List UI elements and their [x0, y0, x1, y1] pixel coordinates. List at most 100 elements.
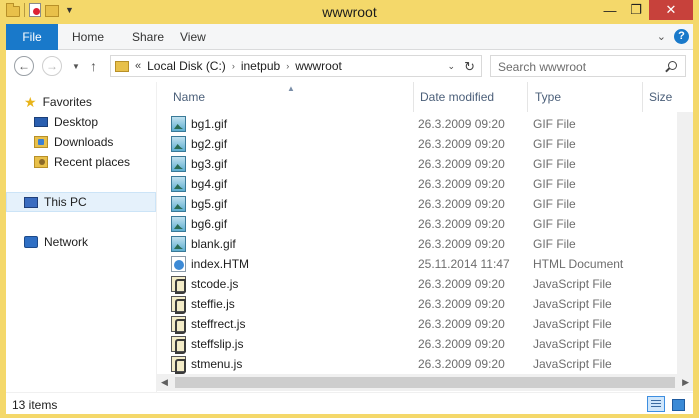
file-type: GIF File	[533, 117, 576, 131]
nav-item-recent-places[interactable]: Recent places	[34, 152, 130, 172]
file-name: bg2.gif	[191, 137, 228, 151]
file-row[interactable]: bg3.gif 26.3.2009 09:20 GIF File	[171, 154, 693, 174]
tab-view[interactable]: View	[166, 24, 220, 50]
file-row[interactable]: blank.gif 26.3.2009 09:20 GIF File	[171, 234, 693, 254]
breadcrumb-overflow[interactable]: «	[135, 60, 141, 72]
maximize-button[interactable]: ❐	[623, 0, 649, 20]
file-name: bg6.gif	[191, 217, 228, 231]
file-row[interactable]: stmenu.js26.3.2009 09:20JavaScript File2…	[171, 354, 693, 374]
large-icons-view-icon[interactable]	[669, 396, 687, 412]
search-icon[interactable]	[668, 61, 677, 70]
breadcrumb-wwwroot[interactable]: wwwroot	[295, 59, 342, 73]
file-row[interactable]: index.HTM 25.11.2014 11:47 HTML Document	[171, 254, 693, 274]
breadcrumb-separator-icon[interactable]: ›	[286, 61, 289, 71]
star-icon: ★	[24, 93, 37, 110]
breadcrumb-inetpub[interactable]: inetpub	[241, 59, 280, 73]
column-header-type[interactable]: Type	[535, 82, 561, 112]
nav-item-desktop[interactable]: Desktop	[34, 112, 98, 132]
file-row[interactable]: steffrect.js 26.3.2009 09:20 JavaScript Fi…	[171, 314, 693, 334]
file-type: GIF File	[533, 137, 576, 151]
horizontal-scrollbar[interactable]: ◀ ▶	[157, 374, 693, 391]
expand-ribbon-chevron-icon[interactable]: ⌄	[657, 30, 666, 43]
window-controls: — ❐ ✕	[597, 0, 693, 20]
gif-file-icon	[171, 136, 186, 152]
gif-file-icon	[171, 176, 186, 192]
file-row[interactable]: steffie.js 26.3.2009 09:20 JavaScript File	[171, 294, 693, 314]
file-row[interactable]: steffslip.js 26.3.2009 09:20 JavaScript Fi…	[171, 334, 693, 354]
navigation-bar: ← → ▼ ↑ « Local Disk (C:) › inetpub › ww…	[6, 50, 693, 82]
recent-locations-dropdown-icon[interactable]: ▼	[72, 62, 80, 71]
minimize-button[interactable]: —	[597, 0, 623, 20]
column-header-name[interactable]: Name	[173, 82, 205, 112]
status-bar: 13 items	[6, 392, 693, 414]
scroll-right-icon[interactable]: ▶	[682, 377, 689, 388]
explorer-window: ▼ wwwroot — ❐ ✕ File Home Share View ⌄ ?…	[0, 0, 699, 418]
gif-file-icon	[171, 156, 186, 172]
sort-ascending-icon: ▲	[287, 84, 295, 93]
details-view-icon[interactable]	[647, 396, 665, 412]
file-type: GIF File	[533, 157, 576, 171]
breadcrumb-local-disk[interactable]: Local Disk (C:)	[147, 59, 226, 73]
up-button[interactable]: ↑	[90, 58, 97, 74]
file-date-modified: 26.3.2009 09:20	[418, 117, 505, 131]
search-box[interactable]: Search wwwroot	[490, 55, 686, 77]
column-separator[interactable]	[413, 82, 414, 112]
file-date-modified: 26.3.2009 09:20	[418, 197, 505, 211]
forward-button[interactable]: →	[42, 56, 62, 76]
file-name: bg4.gif	[191, 177, 228, 191]
file-name: bg5.gif	[191, 197, 228, 211]
file-row[interactable]: bg4.gif 26.3.2009 09:20 GIF File	[171, 174, 693, 194]
file-row[interactable]: bg2.gif 26.3.2009 09:20 GIF File	[171, 134, 693, 154]
file-name: stcode.js	[191, 277, 239, 291]
column-separator[interactable]	[527, 82, 528, 112]
nav-item-label: Desktop	[54, 115, 99, 129]
ribbon-tabs: File Home Share View ⌄ ?	[6, 24, 693, 50]
nav-item-downloads[interactable]: Downloads	[34, 132, 113, 152]
file-date-modified: 26.3.2009 09:20	[418, 337, 505, 351]
nav-item-label: Downloads	[54, 135, 114, 149]
gif-file-icon	[171, 236, 186, 252]
file-row[interactable]: bg5.gif 26.3.2009 09:20 GIF File	[171, 194, 693, 214]
vertical-scrollbar[interactable]	[677, 112, 693, 374]
file-type: GIF File	[533, 237, 576, 251]
downloads-folder-icon	[34, 136, 48, 148]
file-date-modified: 26.3.2009 09:20	[418, 157, 505, 171]
nav-item-favorites[interactable]: ★ Favorites	[24, 92, 92, 112]
scroll-left-icon[interactable]: ◀	[161, 377, 168, 388]
file-date-modified: 26.3.2009 09:20	[418, 237, 505, 251]
file-type: GIF File	[533, 197, 576, 211]
column-header-date-modified[interactable]: Date modified	[420, 82, 494, 112]
tab-file[interactable]: File	[6, 24, 58, 50]
back-button[interactable]: ←	[14, 56, 34, 76]
nav-item-this-pc[interactable]: This PC	[24, 192, 87, 212]
search-input[interactable]: Search wwwroot	[498, 60, 586, 74]
window-title: wwwroot	[322, 4, 377, 20]
address-bar[interactable]: « Local Disk (C:) › inetpub › wwwroot ⌄ …	[110, 55, 482, 77]
breadcrumb-separator-icon[interactable]: ›	[232, 61, 235, 71]
file-date-modified: 26.3.2009 09:20	[418, 137, 505, 151]
column-header-size[interactable]: Size	[649, 82, 672, 112]
help-icon[interactable]: ?	[674, 29, 689, 44]
file-date-modified: 26.3.2009 09:20	[418, 297, 505, 311]
gif-file-icon	[171, 196, 186, 212]
address-history-dropdown-icon[interactable]: ⌄	[447, 61, 455, 72]
file-name: steffie.js	[191, 297, 235, 311]
refresh-icon[interactable]: ↻	[464, 59, 475, 75]
js-file-icon	[171, 296, 186, 314]
file-date-modified: 26.3.2009 09:20	[418, 177, 505, 191]
html-file-icon	[171, 256, 186, 272]
nav-item-label: Favorites	[42, 95, 92, 109]
js-file-icon	[171, 276, 186, 294]
file-row[interactable]: bg1.gif 26.3.2009 09:20 GIF File	[171, 114, 693, 134]
close-button[interactable]: ✕	[649, 0, 693, 20]
tab-home[interactable]: Home	[58, 24, 118, 50]
horizontal-scroll-thumb[interactable]	[175, 377, 675, 388]
title-bar[interactable]: ▼ wwwroot — ❐ ✕	[0, 0, 699, 24]
navigation-pane: ★ Favorites Desktop Downloads Recent pla…	[6, 82, 156, 392]
nav-item-label: Recent places	[54, 155, 131, 169]
file-row[interactable]: stcode.js26.3.2009 09:20JavaScript File8	[171, 274, 693, 294]
nav-item-network[interactable]: Network	[24, 232, 88, 252]
column-separator[interactable]	[642, 82, 643, 112]
file-row[interactable]: bg6.gif 26.3.2009 09:20 GIF File	[171, 214, 693, 234]
file-type: HTML Document	[533, 257, 624, 271]
